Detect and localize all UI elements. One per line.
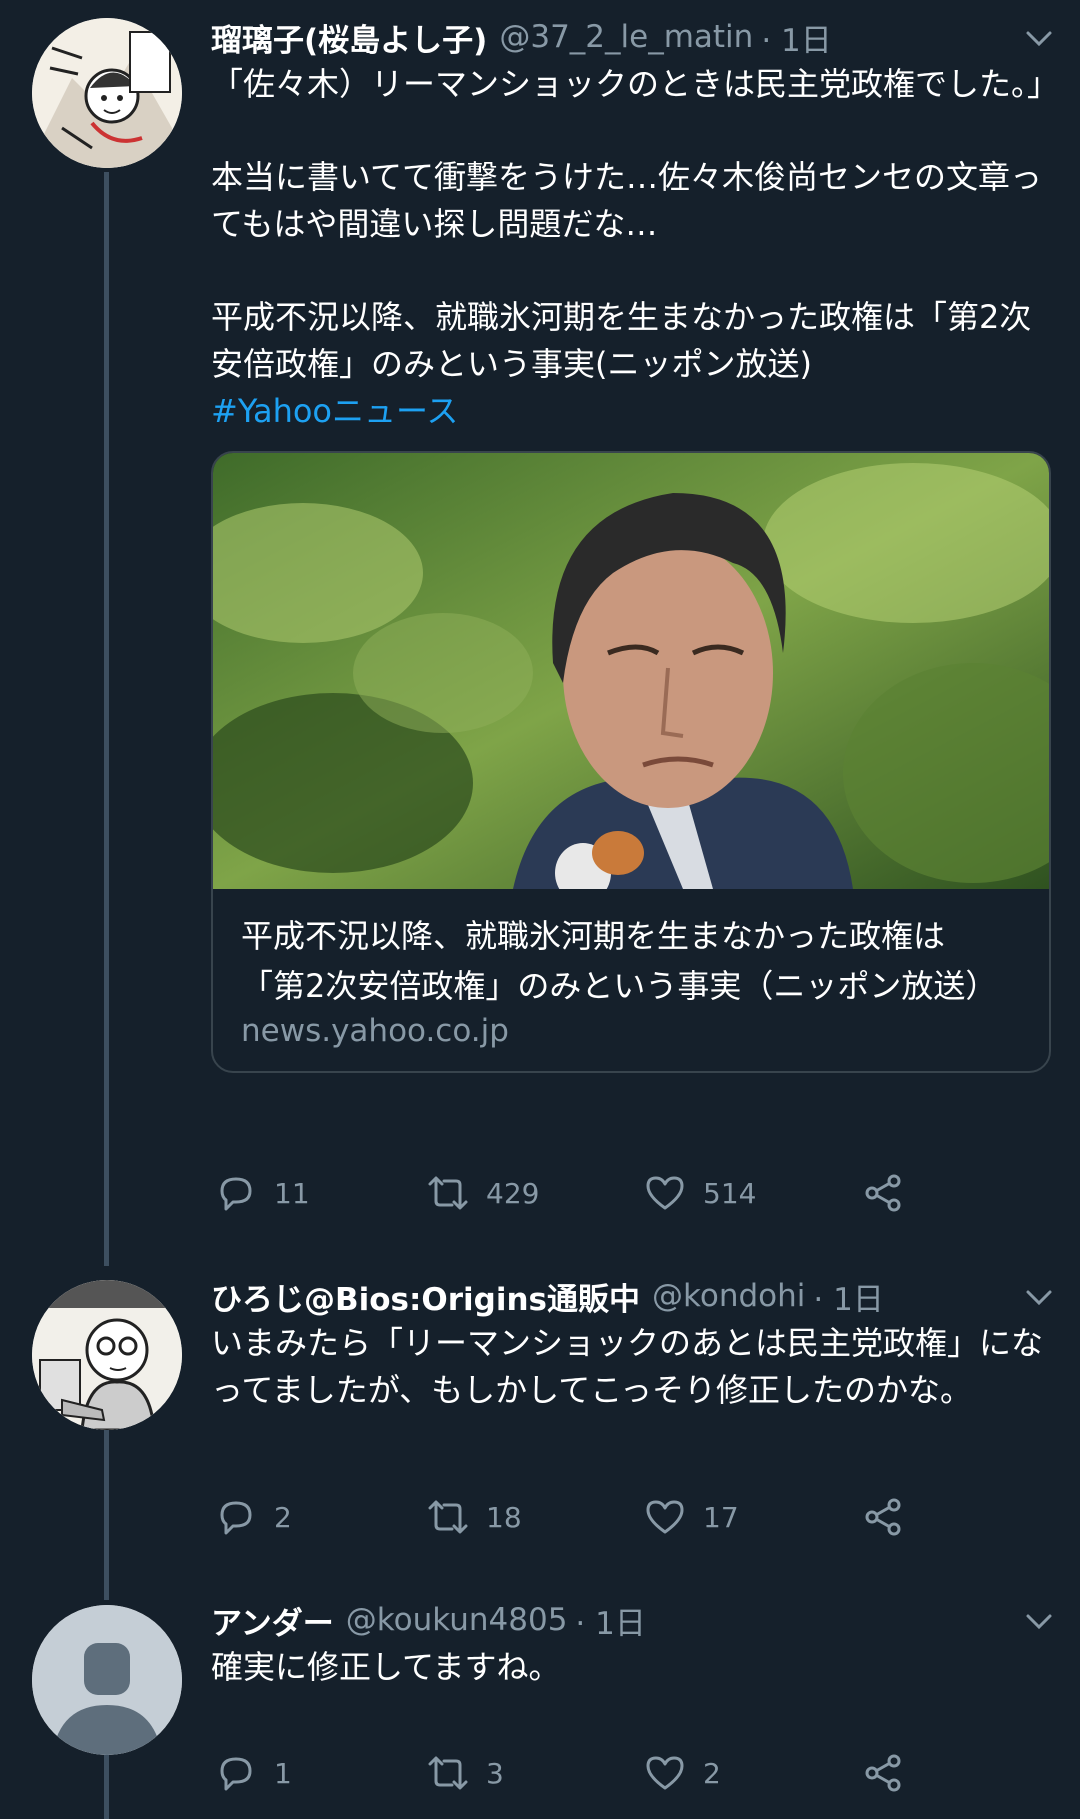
link-card[interactable]: 平成不況以降、就職氷河期を生まなかった政権は 「第2次安倍政権」のみという事実（… [211,451,1051,1073]
timestamp[interactable]: · 1日 [575,1598,645,1643]
like-icon [646,1500,684,1534]
username[interactable]: @koukun4805 [346,1602,568,1638]
retweet-icon [428,1500,468,1534]
like-icon [646,1176,684,1210]
tweet[interactable]: 瑠璃子(桜島よし子) @37_2_le_matin · 1日 「佐々木）リーマン… [0,0,1080,1240]
retweet-icon [428,1756,468,1790]
tweet-actions: 1 3 2 [211,1748,971,1798]
retweet-count: 429 [486,1176,540,1210]
share-button[interactable] [861,1748,905,1798]
tweet[interactable]: ひろじ@Bios:Origins通販中 @kondohi · 1日 いまみたら「… [0,1260,1080,1580]
like-count: 2 [703,1756,721,1790]
share-button[interactable] [861,1492,905,1542]
display-name[interactable]: アンダー [211,1598,334,1643]
retweet-button[interactable]: 429 [426,1168,539,1218]
retweet-icon [428,1176,468,1210]
reply-icon [220,1177,252,1211]
share-button[interactable] [861,1168,905,1218]
tweet-paragraph: 「佐々木）リーマンショックのときは民主党政権でした。」 [211,65,1060,103]
card-title-line: 「第2次安倍政権」のみという事実（ニッポン放送） [241,967,998,1005]
like-button[interactable]: 514 [643,1168,756,1218]
username[interactable]: @kondohi [652,1278,805,1314]
avatar[interactable] [32,1280,182,1430]
tweet-text: いまみたら「リーマンショックのあとは民主党政権」になってましたが、もしかしてこっ… [211,1324,1044,1409]
like-count: 514 [703,1176,757,1210]
tweet[interactable]: アンダー @koukun4805 · 1日 確実に修正してますね。 1 3 2 [0,1585,1080,1819]
reply-count: 1 [274,1756,292,1790]
caret-down-icon[interactable] [1022,21,1056,55]
card-domain: news.yahoo.co.jp [241,1013,509,1049]
retweet-count: 18 [486,1500,522,1534]
like-icon [646,1756,684,1790]
caret-down-icon[interactable] [1022,1280,1056,1314]
reply-icon [220,1501,252,1535]
card-title: 平成不況以降、就職氷河期を生まなかった政権は 「第2次安倍政権」のみという事実（… [241,911,1021,1011]
share-icon [865,1498,901,1536]
caret-down-icon[interactable] [1022,1604,1056,1638]
tweet-paragraph: 平成不況以降、就職氷河期を生まなかった政権は「第2次安倍政権」のみという事実(ニ… [211,298,1032,383]
timestamp[interactable]: · 1日 [813,1274,883,1319]
tweet-paragraph: 本当に書いてて衝撃をうけた…佐々木俊尚センセの文章ってもはや間違い探し問題だな… [211,158,1043,243]
timestamp[interactable]: · 1日 [761,15,831,60]
hashtag-link[interactable]: #Yahooニュース [211,388,1050,435]
retweet-button[interactable]: 3 [426,1748,504,1798]
retweet-count: 3 [486,1756,504,1790]
tweet-text: 「佐々木）リーマンショックのときは民主党政権でした。」 本当に書いてて衝撃をうけ… [211,61,1060,435]
display-name[interactable]: ひろじ@Bios:Origins通販中 [211,1274,640,1319]
tweet-actions: 2 18 17 [211,1492,971,1542]
tweet-text: 確実に修正してますね。 [211,1648,561,1686]
avatar[interactable] [32,1605,182,1755]
reply-icon [220,1757,252,1791]
reply-count: 2 [274,1500,292,1534]
retweet-button[interactable]: 18 [426,1492,522,1542]
display-name[interactable]: 瑠璃子(桜島よし子) [211,15,487,60]
share-icon [865,1174,901,1212]
avatar[interactable] [32,18,182,168]
reply-count: 11 [274,1176,310,1210]
share-icon [865,1754,901,1792]
reply-button[interactable]: 2 [214,1492,292,1542]
card-image [213,453,1049,889]
username[interactable]: @37_2_le_matin [499,19,753,55]
like-button[interactable]: 17 [643,1492,739,1542]
like-button[interactable]: 2 [643,1748,721,1798]
reply-button[interactable]: 11 [214,1168,310,1218]
like-count: 17 [703,1500,739,1534]
card-title-line: 平成不況以降、就職氷河期を生まなかった政権は [241,917,946,955]
timeline: 瑠璃子(桜島よし子) @37_2_le_matin · 1日 「佐々木）リーマン… [0,0,1080,1819]
tweet-actions: 11 429 514 [211,1168,971,1218]
reply-button[interactable]: 1 [214,1748,292,1798]
